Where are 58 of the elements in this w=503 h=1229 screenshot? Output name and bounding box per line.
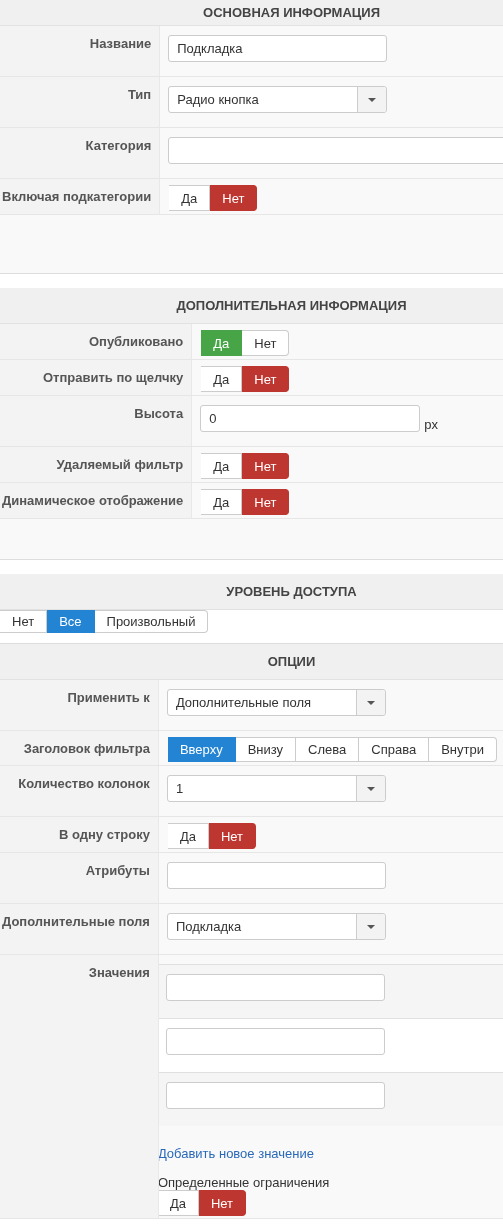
toggle-option[interactable]: Все — [47, 610, 95, 633]
toggle-option[interactable]: Нет — [210, 185, 258, 211]
toggle-option[interactable]: Да — [169, 185, 211, 211]
select-dropdown[interactable]: Дополнительные поля — [166, 689, 386, 716]
field-label: Заголовок фильтра — [23, 741, 150, 756]
caret-icon — [368, 97, 377, 102]
toggle-option[interactable]: Произвольный — [94, 610, 209, 633]
text-field[interactable] — [168, 137, 503, 164]
toggle-option[interactable]: Нет — [242, 330, 290, 356]
toggle-option[interactable]: Нет — [242, 366, 290, 392]
toggle-option[interactable]: Слева — [296, 737, 360, 762]
field-label: Включая подкатегории — [2, 189, 152, 204]
field-label: Атрибуты — [85, 863, 150, 878]
toggle-option[interactable]: Да — [158, 1190, 199, 1216]
select-dropdown[interactable]: 1 — [166, 775, 386, 802]
text-field[interactable] — [165, 974, 385, 1001]
field-label: Дополнительные поля — [2, 914, 150, 929]
field-label: Название — [89, 36, 152, 51]
caret-icon — [366, 924, 375, 929]
caret-icon — [366, 786, 375, 791]
toggle-option[interactable]: Да — [201, 489, 243, 515]
section-heading: ОПЦИИ — [267, 654, 316, 669]
toggle-option[interactable]: Нет — [242, 489, 290, 515]
field-label: Определенные ограничения — [158, 1175, 331, 1190]
toggle-option[interactable]: Нет — [242, 453, 290, 479]
field-label: Удаляемый фильтр — [56, 457, 184, 472]
field-label: Динамическое отображение — [2, 493, 184, 508]
text-field[interactable]: 0 — [200, 405, 421, 432]
field-label: Опубликовано — [88, 334, 184, 349]
toggle-option[interactable]: Да — [167, 823, 209, 849]
field-label: Высота — [134, 406, 184, 421]
section-heading: ОСНОВНАЯ ИНФОРМАЦИЯ — [203, 5, 380, 20]
text-field[interactable] — [166, 862, 386, 889]
section-heading: ДОПОЛНИТЕЛЬНАЯ ИНФОРМАЦИЯ — [176, 298, 407, 313]
toggle-option[interactable]: Нет — [0, 610, 48, 633]
select-dropdown[interactable]: Подкладка — [166, 913, 386, 940]
toggle-option[interactable]: Да — [201, 453, 243, 479]
field-label: Тип — [127, 87, 152, 102]
field-label: Категория — [85, 138, 152, 153]
toggle-option[interactable]: Внутри — [429, 737, 497, 762]
text-field[interactable] — [165, 1082, 385, 1109]
unit-label: px — [424, 417, 438, 432]
caret-icon — [366, 700, 375, 705]
field-label: Отправить по щелчку — [42, 370, 184, 385]
field-label: Количество колонок — [18, 776, 150, 791]
toggle-option[interactable]: Вверху — [167, 737, 236, 762]
select-dropdown[interactable]: Радио кнопка — [168, 86, 388, 113]
text-field[interactable] — [165, 1028, 385, 1055]
toggle-option[interactable]: Внизу — [235, 737, 297, 762]
toggle-option[interactable]: Да — [201, 366, 243, 392]
field-label: В одну строку — [58, 827, 150, 842]
text-field[interactable]: Подкладка — [168, 35, 388, 62]
toggle-option[interactable]: Нет — [198, 1190, 247, 1216]
toggle-option[interactable]: Нет — [208, 823, 257, 849]
field-label: Значения — [88, 965, 150, 980]
section-heading: УРОВЕНЬ ДОСТУПА — [226, 584, 357, 599]
toggle-option[interactable]: Справа — [359, 737, 430, 762]
field-label: Применить к — [67, 690, 150, 705]
